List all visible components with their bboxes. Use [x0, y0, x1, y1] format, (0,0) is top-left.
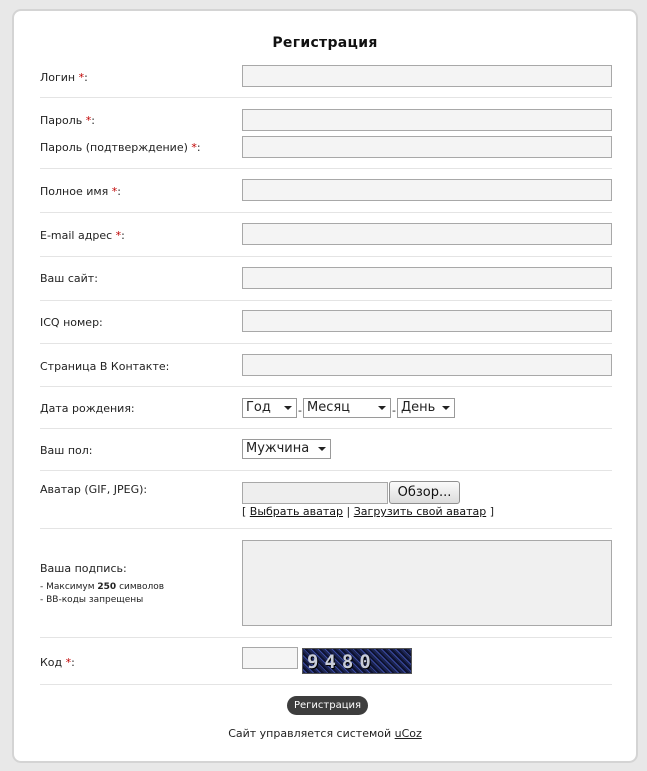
page-title: Регистрация	[272, 35, 378, 51]
vk-label: Страница В Контакте:	[40, 360, 170, 373]
colon: :	[196, 141, 201, 154]
code-label-text: Код	[40, 656, 63, 669]
register-button[interactable]: Регистрация	[287, 696, 368, 715]
password-input[interactable]	[242, 109, 612, 131]
divider	[40, 343, 612, 344]
chevron-down-icon	[318, 447, 326, 451]
registration-card: Регистрация Логин *: Пароль *: Пароль (п…	[12, 9, 638, 763]
bracket: ]	[489, 505, 494, 518]
chevron-down-icon	[284, 406, 292, 410]
colon: :	[84, 71, 88, 84]
browse-button[interactable]: Обзор...	[389, 481, 460, 504]
password-confirm-input[interactable]	[242, 136, 612, 158]
signature-label: Ваша подпись:	[40, 562, 127, 575]
gender-select-value: Мужчина	[246, 441, 310, 456]
captcha-text: 9480	[307, 651, 377, 673]
max-suffix: символов	[119, 582, 165, 592]
fullname-label: Полное имя *:	[40, 185, 121, 198]
date-separator: -	[392, 404, 396, 417]
divider	[40, 684, 612, 685]
divider	[40, 428, 612, 429]
day-select-value: День	[401, 400, 436, 415]
footer-text: Сайт управляется системой	[228, 727, 392, 740]
colon: :	[71, 656, 75, 669]
month-select-value: Месяц	[307, 400, 351, 415]
password-confirm-label: Пароль (подтверждение) *:	[40, 141, 201, 154]
divider	[40, 637, 612, 638]
password-label: Пароль *:	[40, 114, 95, 127]
signature-bbcode-note: - BB-коды запрещены	[40, 595, 144, 605]
gender-label: Ваш пол:	[40, 444, 93, 457]
colon: :	[117, 185, 122, 198]
upload-avatar-link[interactable]: Загрузить свой аватар	[354, 505, 486, 518]
icq-label: ICQ номер:	[40, 316, 103, 329]
divider	[40, 528, 612, 529]
fullname-label-text: Полное имя	[40, 185, 109, 198]
day-select[interactable]: День	[397, 398, 455, 418]
site-input[interactable]	[242, 267, 612, 289]
divider	[40, 168, 612, 169]
choose-avatar-link[interactable]: Выбрать аватар	[250, 505, 343, 518]
login-input[interactable]	[242, 65, 612, 87]
chevron-down-icon	[378, 406, 386, 410]
birthdate-label: Дата рождения:	[40, 402, 135, 415]
year-select[interactable]: Год	[242, 398, 297, 418]
year-select-value: Год	[246, 400, 271, 415]
bracket: [	[242, 505, 247, 518]
avatar-file-input[interactable]	[242, 482, 388, 504]
site-label: Ваш сайт:	[40, 272, 98, 285]
captcha-input[interactable]	[242, 647, 298, 669]
divider	[40, 256, 612, 257]
avatar-links: [ Выбрать аватар | Загрузить свой аватар…	[242, 505, 494, 518]
divider	[40, 386, 612, 387]
email-input[interactable]	[242, 223, 612, 245]
max-value: 250	[97, 582, 117, 592]
password-label-text: Пароль	[40, 114, 83, 127]
max-prefix: - Максимум	[40, 582, 95, 592]
email-label-text: E-mail адрес	[40, 229, 113, 242]
signature-max-note: - Максимум 250 символов	[40, 582, 164, 592]
gender-select[interactable]: Мужчина	[242, 439, 331, 459]
password-confirm-label-text: Пароль (подтверждение)	[40, 141, 188, 154]
icq-input[interactable]	[242, 310, 612, 332]
fullname-input[interactable]	[242, 179, 612, 201]
divider	[40, 97, 612, 98]
link-divider: |	[346, 505, 351, 518]
colon: :	[121, 229, 125, 242]
email-label: E-mail адрес *:	[40, 229, 125, 242]
divider	[40, 470, 612, 471]
captcha-image: 9480	[302, 648, 412, 674]
signature-textarea[interactable]	[242, 540, 612, 626]
colon: :	[91, 114, 95, 127]
month-select[interactable]: Месяц	[303, 398, 391, 418]
avatar-label: Аватар (GIF, JPEG):	[40, 483, 148, 496]
ucoz-link[interactable]: uCoz	[395, 727, 422, 740]
login-label: Логин *:	[40, 71, 88, 84]
chevron-down-icon	[442, 406, 450, 410]
footer: Сайт управляется системой uCoz	[14, 727, 636, 740]
vk-input[interactable]	[242, 354, 612, 376]
code-label: Код *:	[40, 656, 75, 669]
divider	[40, 300, 612, 301]
login-label-text: Логин	[40, 71, 76, 84]
divider	[40, 212, 612, 213]
date-separator: -	[298, 404, 302, 417]
